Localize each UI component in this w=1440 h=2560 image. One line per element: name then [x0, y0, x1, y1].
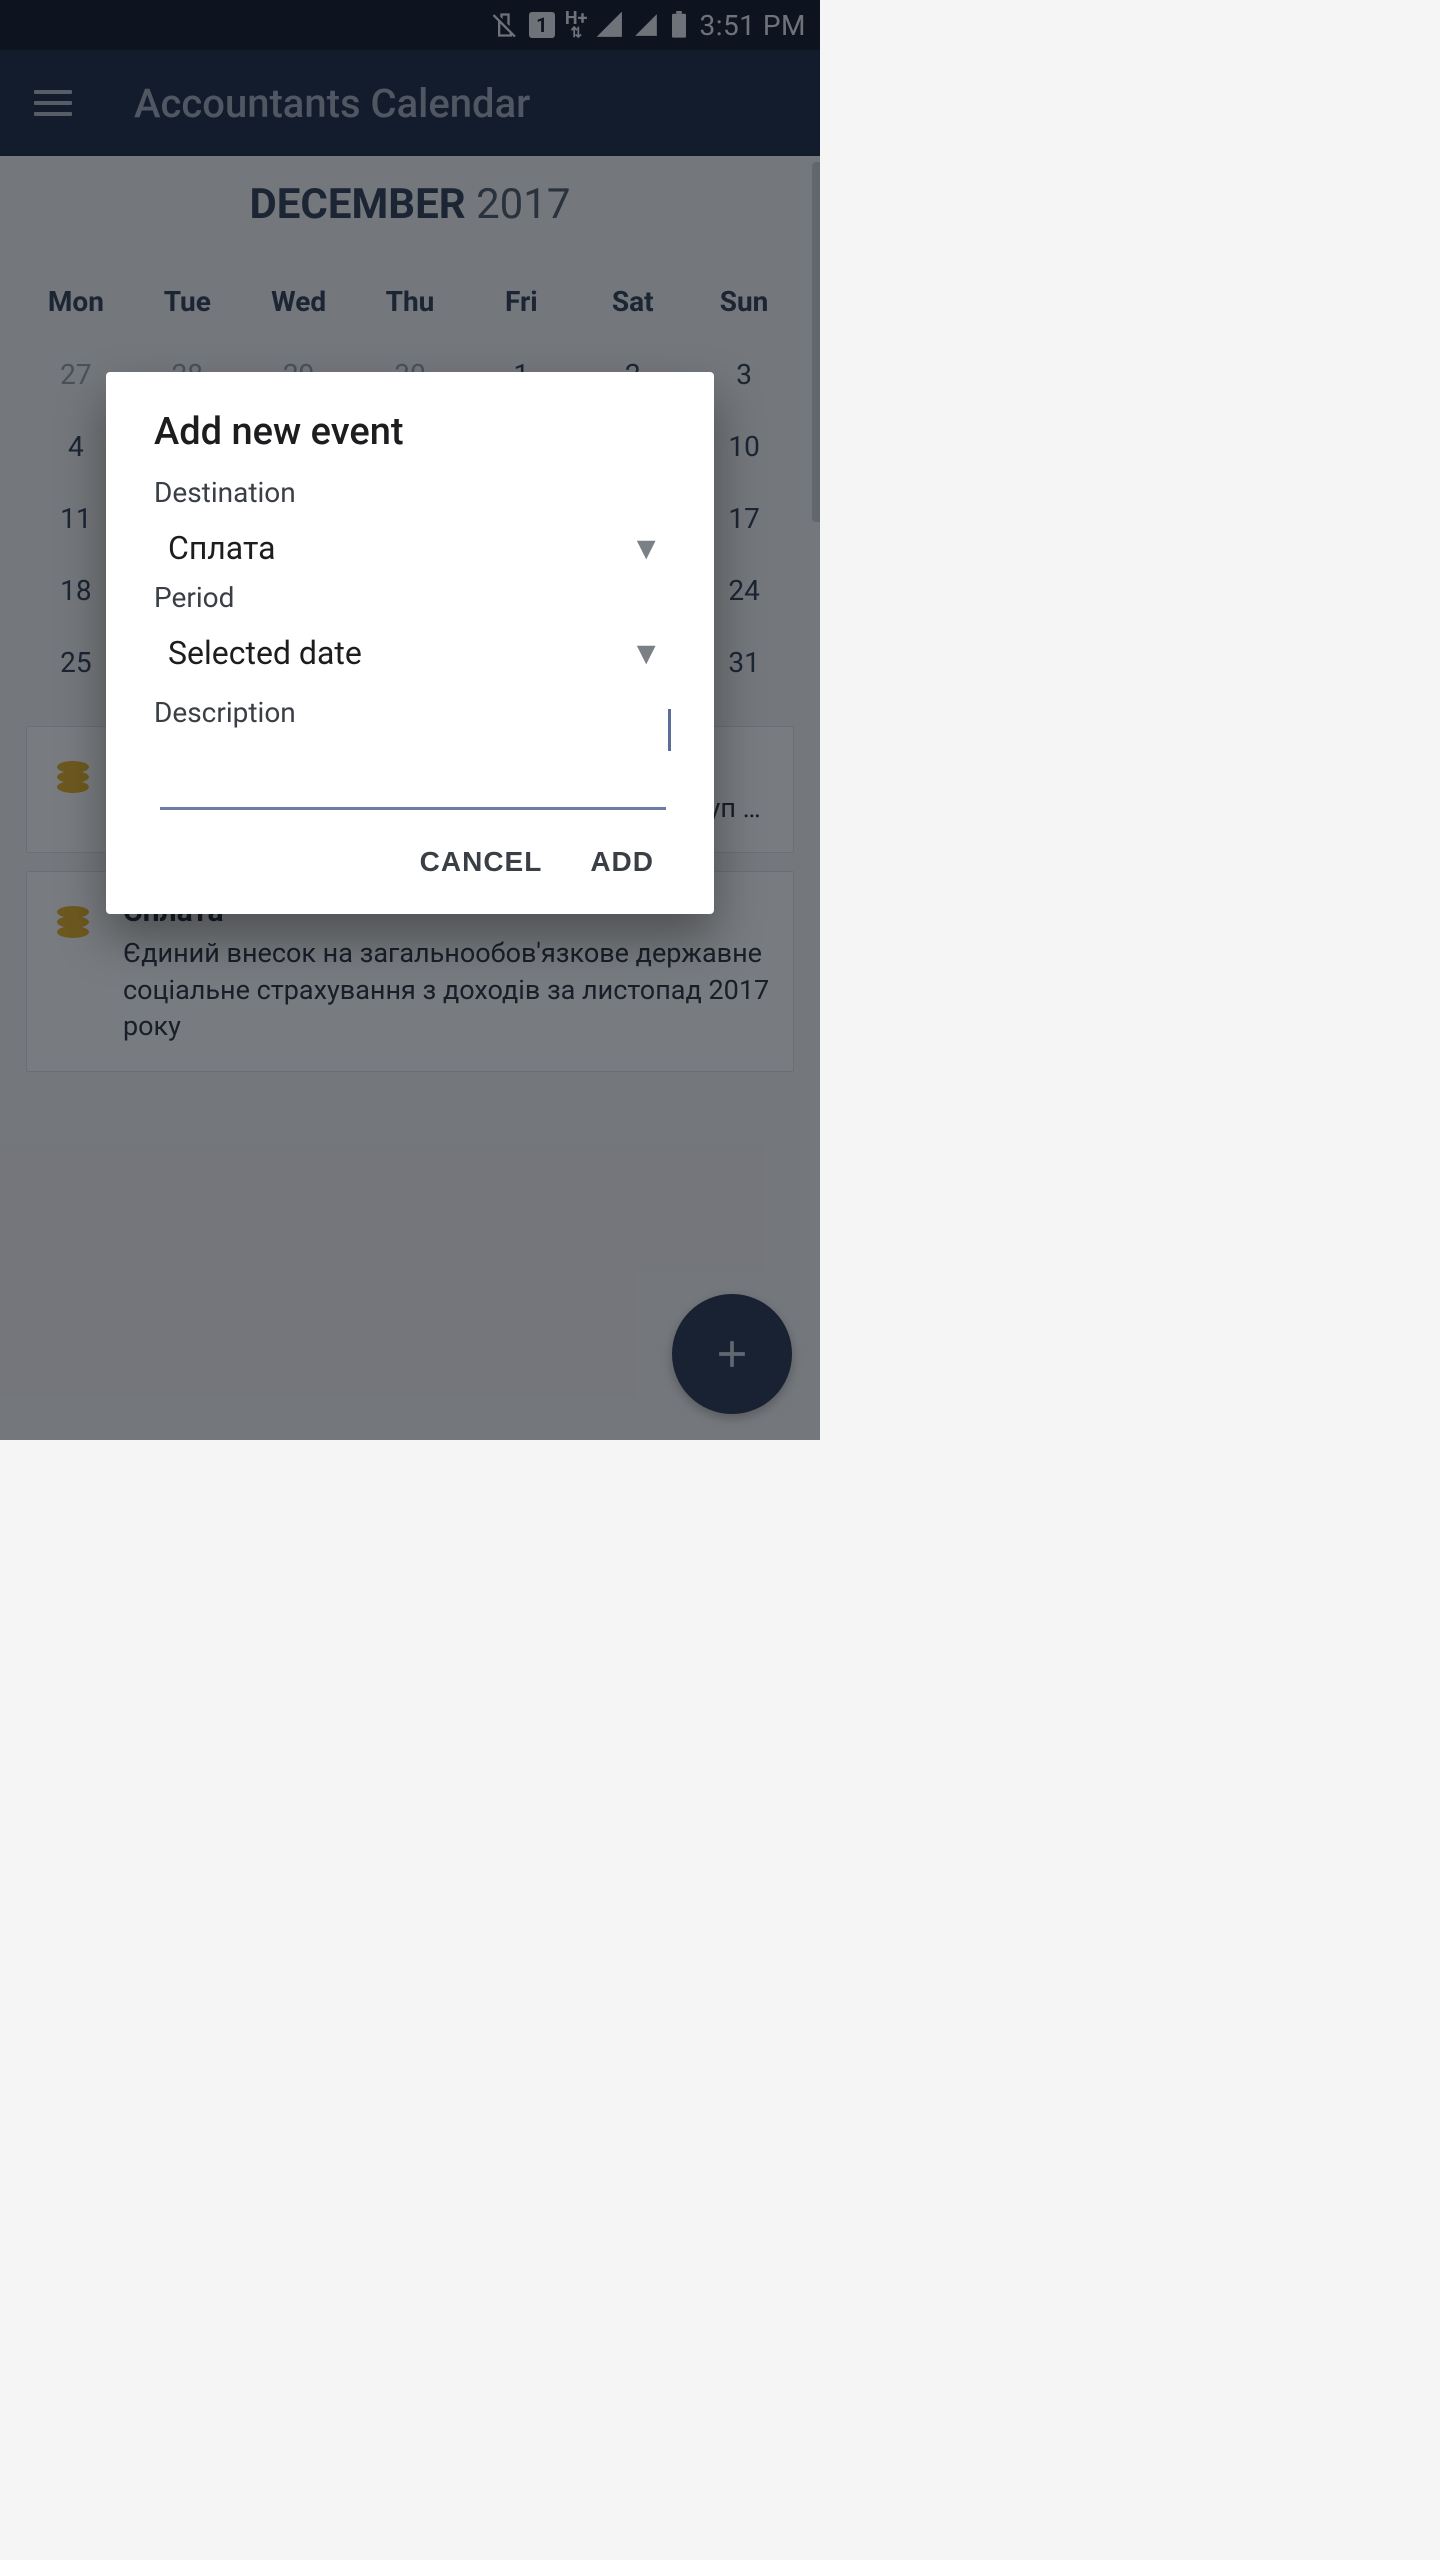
cancel-button[interactable]: CANCEL [420, 846, 543, 878]
destination-dropdown[interactable]: Сплата ▼ [154, 515, 666, 581]
chevron-down-icon: ▼ [630, 634, 662, 672]
text-cursor [668, 709, 671, 751]
period-value: Selected date [168, 634, 362, 672]
period-label: Period [154, 581, 666, 614]
destination-value: Сплата [168, 529, 276, 567]
add-event-dialog: Add new event Destination Сплата ▼ Perio… [106, 372, 714, 914]
add-button[interactable]: ADD [590, 846, 654, 878]
dialog-title: Add new event [154, 410, 666, 454]
period-dropdown[interactable]: Selected date ▼ [154, 620, 666, 686]
destination-label: Destination [154, 476, 666, 509]
chevron-down-icon: ▼ [630, 529, 662, 567]
description-label: Description [154, 696, 666, 729]
description-input[interactable] [160, 757, 666, 810]
